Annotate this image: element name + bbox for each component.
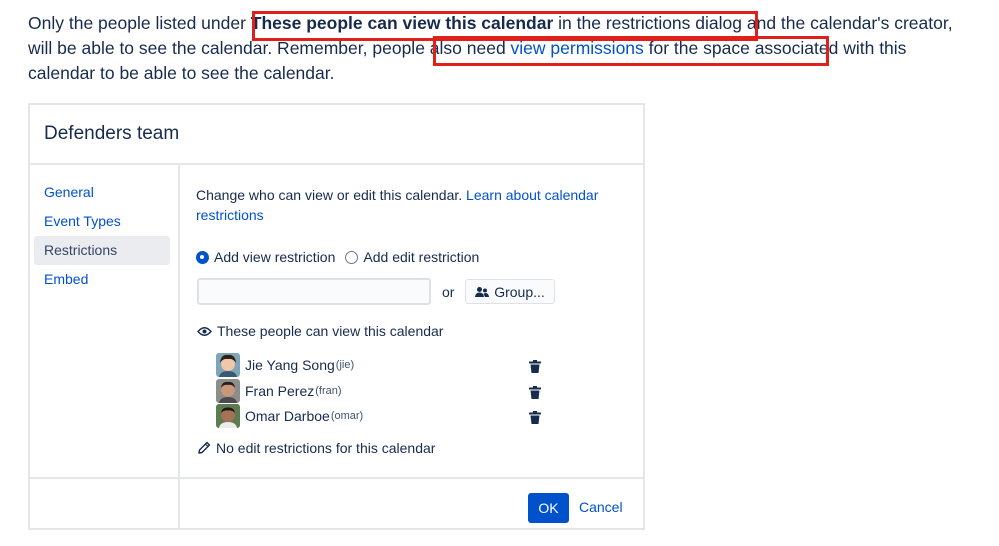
sidebar-item-event-types[interactable]: Event Types <box>34 207 170 236</box>
person-row: Fran Perez (fran) <box>216 379 342 403</box>
view-header-label: These people can view this calendar <box>217 323 444 339</box>
group-icon <box>475 286 490 297</box>
trash-icon[interactable] <box>529 411 541 424</box>
intro-text: in the restrictions dialog <box>553 13 742 33</box>
dialog-title: Defenders team <box>44 123 180 144</box>
divider <box>178 477 180 528</box>
pencil-icon <box>198 441 211 454</box>
dialog-header: Defenders team <box>30 105 643 165</box>
intro-bold-section-name: These people can view this calendar <box>250 13 554 33</box>
person-username: (fran) <box>315 385 342 397</box>
person-name: Fran Perez <box>245 383 315 399</box>
group-button-label: Group... <box>494 283 545 300</box>
intro-text: people also need <box>372 38 511 58</box>
restriction-type-radios: Add view restriction Add edit restrictio… <box>196 249 489 265</box>
group-button[interactable]: Group... <box>465 279 555 304</box>
sidebar-item-embed[interactable]: Embed <box>34 265 170 294</box>
restrictions-panel: Change who can view or edit this calenda… <box>180 165 643 477</box>
intro-text: Only the people listed under <box>28 13 251 33</box>
intro-paragraph: Only the people listed under These peopl… <box>28 11 973 86</box>
person-name: Omar Darboe <box>245 408 330 424</box>
ok-button[interactable]: OK <box>528 493 569 523</box>
cancel-button[interactable]: Cancel <box>579 499 623 515</box>
restrictions-dialog: Defenders team General Event Types Restr… <box>28 103 645 530</box>
person-username: (jie) <box>335 359 355 371</box>
edit-restriction-radio[interactable] <box>345 250 359 264</box>
view-restriction-radio[interactable] <box>196 250 209 264</box>
avatar <box>216 379 240 403</box>
edit-note-label: No edit restrictions for this calendar <box>216 440 436 456</box>
person-name: Jie Yang Song <box>245 357 335 373</box>
person-row: Omar Darboe (omar) <box>216 404 363 428</box>
dialog-sidebar: General Event Types Restrictions Embed <box>30 165 180 477</box>
user-search-input[interactable] <box>197 278 431 305</box>
edit-restriction-label[interactable]: Add edit restriction <box>363 249 479 265</box>
avatar <box>216 404 240 428</box>
description-text: Change who can view or edit this calenda… <box>196 187 467 203</box>
person-row: Jie Yang Song (jie) <box>216 353 354 377</box>
sidebar-item-general[interactable]: General <box>34 178 170 207</box>
view-permissions-header: These people can view this calendar <box>197 323 443 339</box>
sidebar-item-restrictions[interactable]: Restrictions <box>34 236 170 265</box>
restrictions-description: Change who can view or edit this calenda… <box>196 185 616 225</box>
avatar <box>216 353 240 377</box>
view-restriction-label[interactable]: Add view restriction <box>214 249 335 265</box>
intro-text: for the space <box>643 38 750 58</box>
eye-icon <box>197 326 212 336</box>
person-username: (omar) <box>330 410 364 422</box>
edit-restrictions-note: No edit restrictions for this calendar <box>197 440 435 456</box>
view-permissions-link[interactable]: view permissions <box>511 38 644 58</box>
trash-icon[interactable] <box>529 386 541 399</box>
dialog-footer: OK Cancel <box>30 477 643 530</box>
trash-icon[interactable] <box>529 360 541 373</box>
or-label: or <box>442 284 455 300</box>
